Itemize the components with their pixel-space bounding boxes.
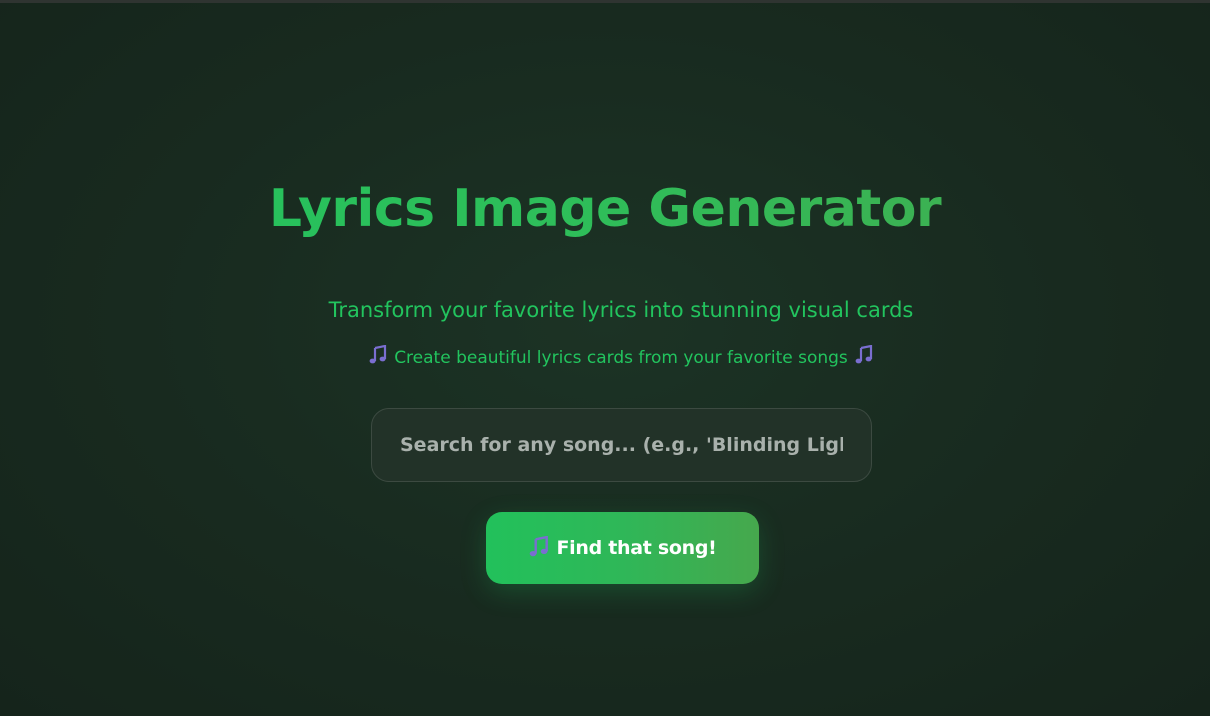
search-input[interactable] [398, 433, 845, 457]
page-title: Lyrics Image Generator [17, 176, 1193, 242]
musical-notes-icon [368, 344, 388, 372]
search-box [371, 408, 872, 482]
musical-notes-icon [528, 535, 550, 561]
page-subtitle: Transform your favorite lyrics into stun… [328, 298, 914, 322]
tagline: Create beautiful lyrics cards from your … [0, 344, 1210, 372]
find-song-label: Find that song! [556, 537, 717, 559]
top-border [0, 0, 1210, 3]
tagline-text: Create beautiful lyrics cards from your … [394, 348, 848, 368]
find-song-button[interactable]: Find that song! [486, 512, 759, 584]
musical-notes-icon [854, 344, 874, 372]
